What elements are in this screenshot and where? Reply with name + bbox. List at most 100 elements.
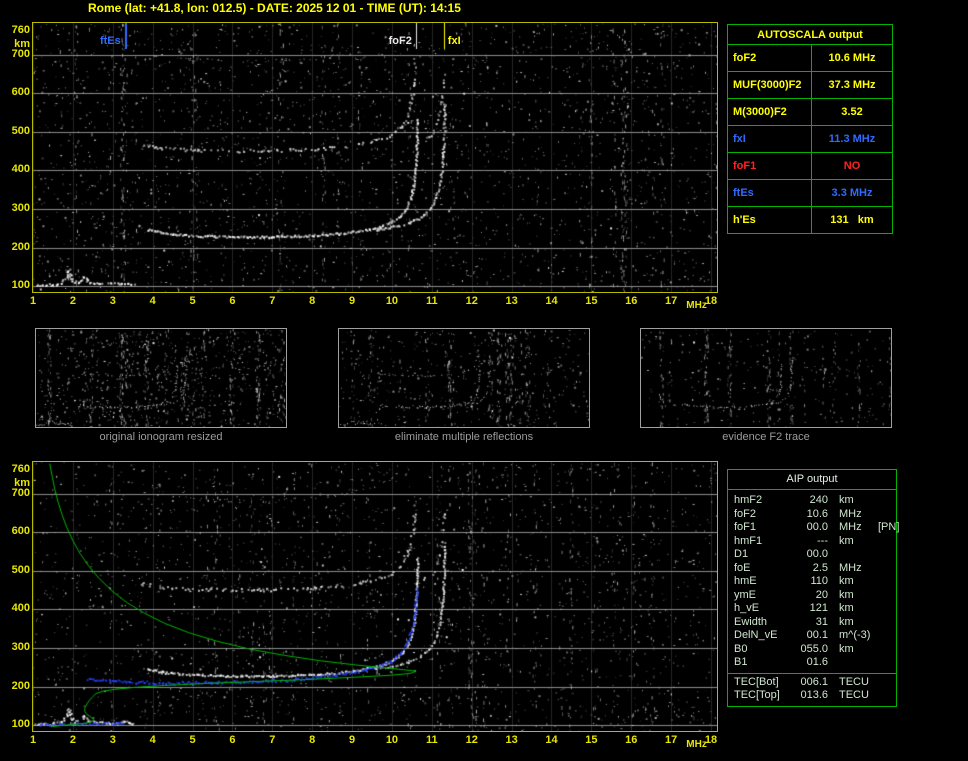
aip-row-label: TEC[Bot]	[728, 676, 790, 690]
x-tick-label: 17	[663, 734, 679, 746]
x-tick-label: 4	[145, 734, 161, 746]
x-axis-unit: MHz	[686, 739, 707, 751]
y-tick-label: 300	[4, 641, 30, 653]
autoscala-row-value: 37.3 MHz	[812, 72, 892, 98]
x-tick-label: 16	[623, 734, 639, 746]
aip-row-unit: km	[828, 602, 874, 616]
aip-row: ymE20km	[728, 589, 896, 603]
thumbnail-caption: original ionogram resized	[35, 431, 287, 443]
y-tick-label: 500	[4, 564, 30, 576]
autoscala-row: foF210.6 MHz	[728, 45, 892, 72]
y-tick-label: 100	[4, 718, 30, 730]
aip-row-value: 013.6	[790, 689, 828, 703]
y-tick-label: 100	[4, 279, 30, 291]
ionogram-canvas-bottom	[32, 461, 718, 732]
aip-row-unit: km	[828, 643, 874, 657]
aip-row-extra	[874, 494, 896, 508]
aip-row-label: B1	[728, 656, 790, 670]
thumbnail-canvas	[640, 328, 892, 428]
aip-row-extra	[874, 629, 896, 643]
y-tick-label: 500	[4, 125, 30, 137]
aip-row-label: DelN_vE	[728, 629, 790, 643]
page-title: Rome (lat: +41.8, lon: 012.5) - DATE: 20…	[88, 1, 461, 15]
x-tick-label: 3	[105, 295, 121, 307]
x-tick-label: 9	[344, 734, 360, 746]
aip-row-label: hmE	[728, 575, 790, 589]
x-tick-label: 16	[623, 295, 639, 307]
aip-row-value: 31	[790, 616, 828, 630]
aip-row-value: 110	[790, 575, 828, 589]
y-tick-label: 600	[4, 525, 30, 537]
autoscala-row: ftEs3.3 MHz	[728, 180, 892, 207]
autoscala-row: h'Es131 km	[728, 207, 892, 233]
x-tick-label: 8	[304, 734, 320, 746]
aip-row-value: 01.6	[790, 656, 828, 670]
aip-row: B0055.0km	[728, 643, 896, 657]
x-tick-label: 9	[344, 295, 360, 307]
aip-row-extra	[874, 643, 896, 657]
aip-row-extra	[874, 602, 896, 616]
y-axis-unit: km	[4, 477, 30, 489]
aip-row-value: 055.0	[790, 643, 828, 657]
aip-row-unit: km	[828, 494, 874, 508]
autoscala-row-value: 10.6 MHz	[812, 45, 892, 71]
aip-row-value: 00.1	[790, 629, 828, 643]
thumbnail-canvas	[35, 328, 287, 428]
thumbnail-strip: original ionogram resized eliminate multi…	[0, 328, 968, 448]
aip-panel: AIP output hmF2240kmfoF210.6MHzfoF100.0M…	[727, 469, 897, 707]
aip-row: foF210.6MHz	[728, 508, 896, 522]
aip-row: B101.6	[728, 656, 896, 670]
aip-row-unit	[828, 548, 874, 562]
aip-row-value: 20	[790, 589, 828, 603]
aip-row-extra: [PN]	[874, 521, 899, 535]
aip-row-label: foF1	[728, 521, 790, 535]
x-tick-label: 5	[185, 734, 201, 746]
y-axis-unit: km	[4, 38, 30, 50]
autoscala-rows: foF210.6 MHzMUF(3000)F237.3 MHzM(3000)F2…	[728, 45, 892, 233]
y-tick-label: 760	[4, 463, 30, 475]
x-tick-label: 8	[304, 295, 320, 307]
thumbnail-panel: eliminate multiple reflections	[338, 328, 590, 443]
aip-row-extra	[874, 589, 896, 603]
x-tick-label: 13	[504, 734, 520, 746]
aip-row-extra	[874, 656, 896, 670]
y-tick-label: 200	[4, 241, 30, 253]
autoscala-row: M(3000)F23.52	[728, 99, 892, 126]
aip-row-value: 00.0	[790, 548, 828, 562]
x-tick-label: 10	[384, 295, 400, 307]
autoscala-row-label: MUF(3000)F2	[728, 72, 812, 98]
aip-row-unit: MHz	[828, 521, 874, 535]
autoscala-row-value: NO	[812, 153, 892, 179]
aip-row-extra	[874, 508, 896, 522]
aip-row-extra	[874, 689, 896, 703]
aip-row: hmE110km	[728, 575, 896, 589]
x-tick-label: 6	[224, 295, 240, 307]
aip-row: TEC[Bot]006.1TECU	[728, 676, 896, 690]
autoscala-panel-title: AUTOSCALA output	[728, 25, 892, 45]
x-tick-label: 2	[65, 295, 81, 307]
x-tick-label: 7	[264, 734, 280, 746]
x-tick-label: 15	[583, 295, 599, 307]
x-tick-label: 3	[105, 734, 121, 746]
aip-row-value: 2.5	[790, 562, 828, 576]
aip-row-unit: TECU	[828, 676, 874, 690]
aip-row-unit: km	[828, 575, 874, 589]
thumbnail-panel: evidence F2 trace	[640, 328, 892, 443]
aip-row-unit: MHz	[828, 562, 874, 576]
aip-row: foF100.0MHz[PN]	[728, 521, 896, 535]
aip-row-label: hmF2	[728, 494, 790, 508]
aip-row-unit	[828, 656, 874, 670]
autoscala-row-label: h'Es	[728, 207, 812, 233]
aip-row-label: D1	[728, 548, 790, 562]
aip-row-label: B0	[728, 643, 790, 657]
y-tick-label: 400	[4, 163, 30, 175]
aip-row-extra	[874, 535, 896, 549]
autoscala-row-label: ftEs	[728, 180, 812, 206]
x-tick-label: 11	[424, 734, 440, 746]
autoscala-window: Rome (lat: +41.8, lon: 012.5) - DATE: 20…	[0, 0, 968, 755]
thumbnail-canvas	[338, 328, 590, 428]
autoscala-row-label: M(3000)F2	[728, 99, 812, 125]
aip-row-label: foE	[728, 562, 790, 576]
aip-row-unit: TECU	[828, 689, 874, 703]
autoscala-row-value: 3.52	[812, 99, 892, 125]
